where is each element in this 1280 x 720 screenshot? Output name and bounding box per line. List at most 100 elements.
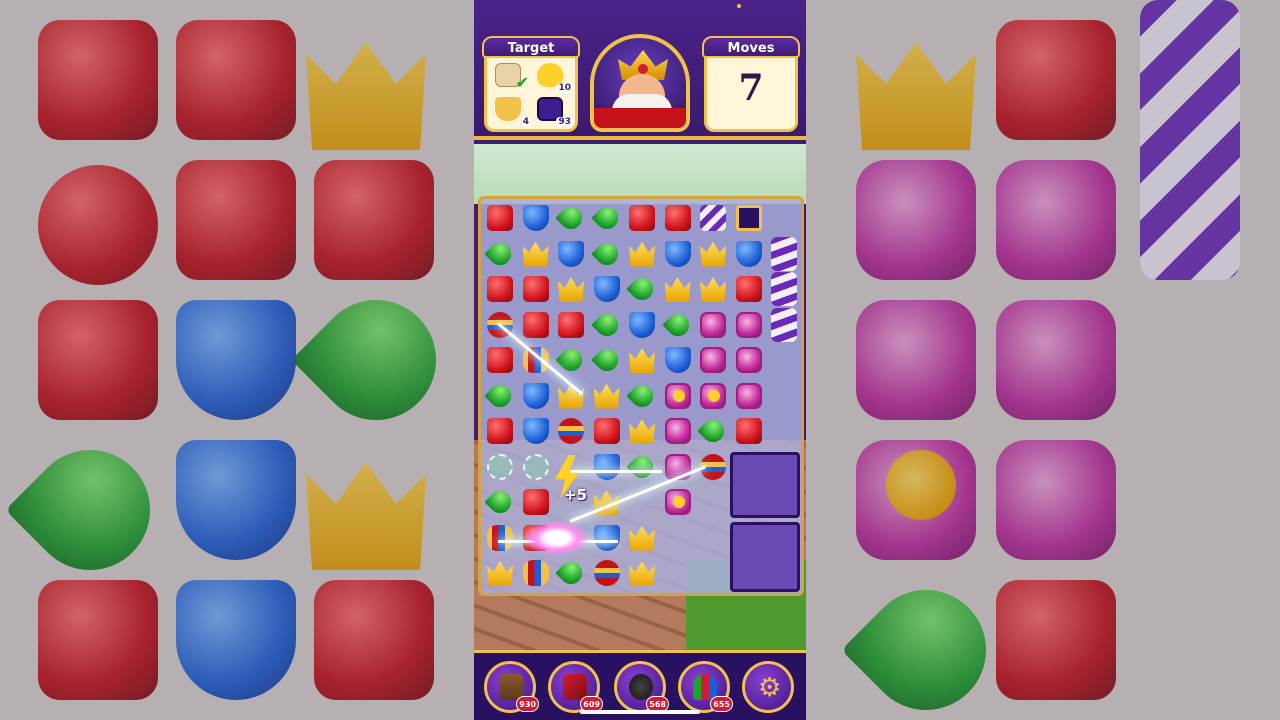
- board-cell[interactable]: [554, 237, 588, 271]
- blue-shield-piece: [522, 418, 549, 444]
- duck-pink-tile-piece: [664, 489, 691, 515]
- board-cell[interactable]: [625, 379, 659, 413]
- board-cell[interactable]: [732, 272, 766, 306]
- board-cell[interactable]: [732, 379, 766, 413]
- board-cell[interactable]: [661, 237, 695, 271]
- board-cell[interactable]: [483, 521, 517, 555]
- board-cell[interactable]: [661, 343, 695, 377]
- board-cell[interactable]: [661, 201, 695, 235]
- board-cell[interactable]: [625, 556, 659, 590]
- board-cell[interactable]: [696, 272, 730, 306]
- board-cell[interactable]: [625, 343, 659, 377]
- red-box-piece: [558, 311, 584, 338]
- king-portrait: [590, 34, 690, 132]
- board-cell[interactable]: [625, 201, 659, 235]
- board-cell[interactable]: [732, 308, 766, 342]
- board-cell[interactable]: [696, 343, 730, 377]
- board-cell[interactable]: [590, 521, 624, 555]
- board-cell[interactable]: [661, 272, 695, 306]
- settings-button[interactable]: ⚙: [742, 661, 794, 713]
- board-cell[interactable]: [519, 308, 553, 342]
- teacup-cabinet[interactable]: [730, 452, 800, 518]
- booster-jester[interactable]: 655: [678, 661, 733, 713]
- board-cell[interactable]: [483, 379, 517, 413]
- home-indicator[interactable]: [580, 710, 700, 714]
- board-cell[interactable]: [590, 308, 624, 342]
- board-cell[interactable]: [590, 343, 624, 377]
- purple-gem-piece: [735, 205, 762, 231]
- booster-arrow[interactable]: 609: [548, 661, 603, 713]
- board-cell[interactable]: [483, 237, 517, 271]
- board-cell[interactable]: [696, 308, 730, 342]
- board-cell[interactable]: [661, 414, 695, 448]
- board-cell[interactable]: [625, 450, 659, 484]
- status-dot: [737, 4, 741, 8]
- board-cell[interactable]: [483, 414, 517, 448]
- ghost-piece: [522, 453, 549, 480]
- gear-icon: ⚙: [758, 673, 782, 703]
- pink-tile-piece: [735, 347, 762, 373]
- board-cell[interactable]: [696, 237, 730, 271]
- hud-bar: ✔ 10 4 93 Target 7 Moves: [474, 0, 806, 140]
- board-cell[interactable]: [732, 414, 766, 448]
- board-cell[interactable]: [590, 556, 624, 590]
- board-cell[interactable]: [554, 201, 588, 235]
- board-cell[interactable]: [625, 237, 659, 271]
- board-cell[interactable]: [519, 485, 553, 519]
- red-box-piece: [664, 205, 691, 231]
- board-cell[interactable]: [696, 414, 730, 448]
- board-cell[interactable]: [661, 379, 695, 413]
- board-cell[interactable]: [625, 308, 659, 342]
- board-cell[interactable]: [661, 485, 695, 519]
- board-cell[interactable]: [483, 201, 517, 235]
- booster-hammer[interactable]: 930: [484, 661, 539, 713]
- red-box-piece: [629, 205, 655, 231]
- board-cell[interactable]: [590, 379, 624, 413]
- board-cell[interactable]: [519, 450, 553, 484]
- board-cell[interactable]: [519, 414, 553, 448]
- blue-shield-piece: [593, 524, 620, 551]
- red-box-piece: [735, 276, 762, 302]
- board-cell[interactable]: [554, 414, 588, 448]
- board-cell[interactable]: [554, 308, 588, 342]
- board-cell[interactable]: [590, 237, 624, 271]
- board-cell[interactable]: [554, 272, 588, 306]
- board-cell[interactable]: [661, 308, 695, 342]
- board-cell[interactable]: [483, 556, 517, 590]
- crown-piece: [558, 277, 584, 302]
- board-cell[interactable]: [767, 307, 801, 342]
- board-cell[interactable]: [554, 556, 588, 590]
- target-count: 10: [556, 83, 573, 93]
- board-cell[interactable]: [483, 450, 517, 484]
- board-cell[interactable]: [519, 237, 553, 271]
- board-cell[interactable]: [696, 379, 730, 413]
- board-cell[interactable]: [767, 272, 801, 306]
- blue-shield-piece: [522, 382, 549, 409]
- board-cell[interactable]: [519, 272, 553, 306]
- board-cell[interactable]: [732, 237, 766, 271]
- board-cell[interactable]: [483, 272, 517, 306]
- board-cell[interactable]: [590, 272, 624, 306]
- board-cell[interactable]: [625, 521, 659, 555]
- board-cell[interactable]: [625, 414, 659, 448]
- board-cell[interactable]: [696, 201, 730, 235]
- crown-piece: [700, 241, 726, 267]
- board-cell[interactable]: [519, 343, 553, 377]
- board-cell[interactable]: [732, 343, 766, 377]
- board-cell[interactable]: [483, 485, 517, 519]
- board-cell[interactable]: [519, 379, 553, 413]
- booster-cannon[interactable]: 568: [614, 661, 669, 713]
- teacup-cabinet[interactable]: [730, 522, 800, 592]
- board-cell[interactable]: [519, 201, 553, 235]
- board-cell[interactable]: [625, 272, 659, 306]
- board-cell[interactable]: [732, 201, 766, 235]
- board-cell[interactable]: [590, 201, 624, 235]
- red-box-piece: [522, 311, 549, 338]
- green-leaf-piece: [555, 557, 587, 589]
- board-cell[interactable]: [590, 450, 624, 484]
- board-cell[interactable]: [483, 343, 517, 377]
- duck-pink-tile-piece: [700, 382, 726, 409]
- board-cell[interactable]: [590, 414, 624, 448]
- board-cell[interactable]: [519, 556, 553, 590]
- board-cell[interactable]: [767, 236, 801, 271]
